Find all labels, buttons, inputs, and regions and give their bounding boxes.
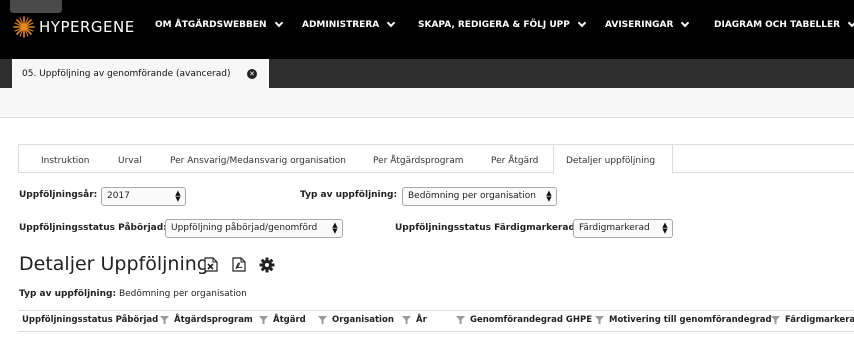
excel-export-icon[interactable] [204, 257, 218, 272]
column-header[interactable]: Åtgärdsprogram [160, 315, 253, 325]
column-label: Organisation [332, 315, 394, 325]
column-header[interactable]: Åtgärd [259, 315, 306, 325]
filter-icon[interactable] [402, 315, 411, 325]
chevron-down-icon [847, 18, 854, 28]
year-label: Uppföljningsår: [19, 190, 98, 200]
chevron-down-icon [386, 18, 396, 28]
status-started-select[interactable]: Uppföljning påbörjad/genomförd ▲ ▼ [165, 219, 343, 238]
column-header[interactable]: Genomförandegrad GHPE [456, 315, 592, 325]
select-arrows-icon: ▲ ▼ [546, 189, 552, 203]
column-label: Åtgärdsprogram [174, 315, 253, 325]
brand-logo[interactable]: HYPERGENE [13, 16, 135, 38]
column-header[interactable]: Motivering till genomförandegrad [595, 315, 772, 325]
column-label: Genomförandegrad GHPE [470, 315, 593, 325]
open-tab-label: 05. Uppföljning av genomförande (avancer… [22, 68, 231, 79]
tab-urval[interactable]: Urval [118, 156, 142, 166]
nav-diagram-tabeller[interactable]: DIAGRAM OCH TABELLER [714, 18, 854, 30]
open-document-tab[interactable]: 05. Uppföljning av genomförande (avancer… [12, 59, 269, 88]
nav-administrera[interactable]: ADMINISTRERA [302, 18, 396, 30]
nav-om-atgardswebben[interactable]: OM ÅTGÄRDSWEBBEN [155, 18, 283, 30]
chevron-down-icon [577, 18, 587, 28]
type-label: Typ av uppföljning: [300, 190, 398, 200]
filter-icon[interactable] [160, 315, 169, 325]
column-label: Uppföljningsstatus Påbörjad [22, 315, 159, 325]
year-value: 2017 [107, 191, 130, 201]
column-header[interactable]: År [402, 315, 427, 325]
column-label: Motivering till genomförandegrad [609, 315, 772, 325]
filter-icon[interactable] [456, 315, 465, 325]
nav-skapa-redigera[interactable]: SKAPA, REDIGERA & FÖLJ UPP [418, 18, 587, 30]
type-select[interactable]: Bedömning per organisation ▲ ▼ [402, 187, 557, 206]
nav-label: AVISERINGAR [605, 20, 674, 30]
tab-per-atgardsprogram[interactable]: Per Åtgärdsprogram [373, 156, 463, 166]
tab-instruktion[interactable]: Instruktion [41, 156, 89, 166]
report-subtitle: Typ av uppföljning: Bedömning per organi… [19, 289, 247, 299]
filter-icon[interactable] [318, 315, 327, 325]
window-handle [10, 0, 62, 13]
subtitle-value: Bedömning per organisation [118, 289, 247, 299]
gear-icon[interactable] [259, 257, 275, 273]
column-label: Färdigmarkerad [785, 315, 854, 325]
nav-label: ADMINISTRERA [302, 20, 380, 30]
tab-per-ansvarig[interactable]: Per Ansvarig/Medansvarig organisation [170, 156, 346, 166]
report-title: Detaljer Uppföljning [19, 253, 209, 275]
tab-detaljer-uppfoljning[interactable]: Detaljer uppföljning [566, 156, 655, 166]
filter-icon[interactable] [595, 315, 604, 325]
filter-icon[interactable] [771, 315, 780, 325]
pdf-export-icon[interactable] [232, 257, 246, 272]
status-finished-select[interactable]: Färdigmarkerad ▲ ▼ [573, 219, 673, 238]
type-value: Bedömning per organisation [408, 191, 536, 201]
select-arrows-icon: ▲ ▼ [175, 189, 181, 203]
nav-label: SKAPA, REDIGERA & FÖLJ UPP [418, 20, 570, 30]
filter-icon[interactable] [259, 315, 268, 325]
hypergene-logo-icon [13, 16, 35, 38]
select-arrows-icon: ▲ ▼ [662, 221, 668, 235]
status-finished-value: Färdigmarkerad [579, 223, 650, 233]
column-header[interactable]: Uppföljningsstatus Påbörjad [22, 315, 158, 325]
status-started-value: Uppföljning påbörjad/genomförd [171, 223, 318, 233]
column-label: Åtgärd [273, 315, 306, 325]
toolbar-band [0, 88, 854, 118]
column-header[interactable]: Organisation [318, 315, 394, 325]
nav-label: OM ÅTGÄRDSWEBBEN [155, 20, 267, 30]
tab-per-atgard[interactable]: Per Åtgärd [491, 156, 538, 166]
column-label: År [416, 315, 427, 325]
subtitle-label: Typ av uppföljning: [19, 289, 117, 299]
chevron-down-icon [274, 18, 283, 28]
chevron-down-icon [681, 18, 690, 28]
status-started-label: Uppföljningsstatus Påbörjad: [19, 223, 167, 233]
nav-label: DIAGRAM OCH TABELLER [714, 20, 841, 30]
year-select[interactable]: 2017 ▲ ▼ [101, 187, 186, 206]
close-icon[interactable]: ✕ [247, 69, 257, 79]
brand-name: HYPERGENE [39, 18, 135, 36]
nav-aviseringar[interactable]: AVISERINGAR [605, 18, 690, 30]
status-finished-label: Uppföljningsstatus Färdigmarkerad: [395, 223, 579, 233]
column-header[interactable]: Färdigmarkerad [771, 315, 854, 325]
select-arrows-icon: ▲ ▼ [332, 221, 338, 235]
